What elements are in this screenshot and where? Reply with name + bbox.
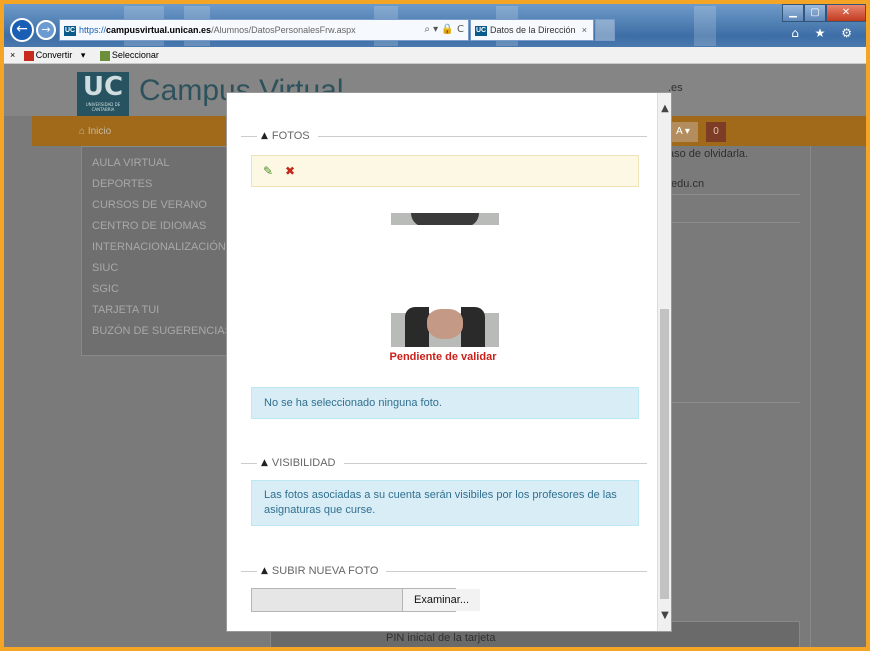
titlebar-decoration [694, 6, 716, 46]
visibility-info-alert: Las fotos asociadas a su cuenta serán vi… [251, 480, 639, 526]
background-text: .edu.cn [668, 178, 705, 190]
section-title: VISIBILIDAD [271, 457, 336, 469]
notification-badge[interactable]: 0 [706, 122, 726, 142]
photo-redaction [391, 225, 499, 313]
logo-text: UC [82, 72, 124, 102]
site-favicon: UC [64, 25, 76, 36]
home-favorites-settings-icons[interactable]: ⌂ ★ ⚙ [791, 26, 858, 40]
select-icon [99, 50, 110, 61]
photo-hair [461, 307, 485, 347]
back-button[interactable]: ← [10, 18, 34, 42]
section-fotos[interactable]: ▲ FOTOS [241, 128, 647, 144]
new-tab-button[interactable] [595, 19, 615, 41]
photo-actions-bar: ✎ ✖ [251, 155, 639, 187]
pdf-icon [23, 50, 34, 61]
scroll-down-icon[interactable]: ▼ [659, 610, 671, 621]
tab-favicon: UC [475, 25, 487, 36]
uc-logo[interactable]: UC UNIVERSIDAD DE CANTABRIA [77, 72, 129, 120]
divider [386, 570, 647, 572]
forward-button[interactable]: → [36, 20, 56, 40]
delete-photo-icon[interactable]: ✖ [282, 164, 298, 178]
divider [664, 222, 800, 223]
divider [317, 135, 647, 137]
forward-arrow-icon: → [41, 23, 51, 36]
scrollbar-thumb[interactable] [660, 309, 669, 599]
background-text: aso de olvidarla. [668, 148, 749, 160]
logo-subtext: UNIVERSIDAD DE CANTABRIA [85, 102, 121, 112]
photo-modal: ▲ FOTOS ✎ ✖ Pendiente de validar No se h… [226, 92, 672, 632]
convert-dropdown-icon: ▾ [80, 50, 86, 60]
section-subir-nueva-foto[interactable]: ▲ SUBIR NUEVA FOTO [241, 563, 647, 579]
divider [241, 570, 257, 572]
toolbar-close-icon[interactable]: × [10, 50, 15, 60]
home-link[interactable]: ⌂ Inicio [79, 126, 111, 137]
photo-face [427, 309, 463, 339]
right-column [810, 146, 866, 647]
address-bar-actions[interactable]: ⌕ ▾ 🔒 C [424, 20, 464, 40]
divider [664, 194, 800, 195]
divider [241, 135, 257, 137]
profile-photo [391, 213, 499, 347]
select-button[interactable]: Seleccionar [99, 50, 165, 61]
tab-title: Datos de la Dirección [490, 25, 576, 35]
collapse-caret-icon[interactable]: ▲ [261, 458, 268, 468]
divider [343, 462, 647, 464]
screen-frame: ← → UC https://campusvirtual.unican.es/Al… [0, 0, 870, 651]
no-photo-alert: No se ha seleccionado ninguna foto. [251, 387, 639, 419]
upload-photo-icon[interactable]: ✎ [260, 164, 276, 178]
file-upload-field[interactable]: Examinar... [251, 588, 480, 612]
photo-hair [405, 307, 429, 347]
section-title: SUBIR NUEVA FOTO [271, 565, 379, 577]
scroll-up-icon[interactable]: ▲ [659, 103, 671, 114]
tab-close-icon[interactable]: × [582, 20, 587, 40]
back-arrow-icon: ← [16, 21, 28, 37]
section-title: FOTOS [271, 130, 310, 142]
convert-button[interactable]: Convertir ▾ [23, 50, 92, 61]
window-controls: ▁ ▢ ✕ [782, 4, 866, 22]
pending-validation-status: Pendiente de validar [389, 351, 497, 363]
command-toolbar: × Convertir ▾ Seleccionar [4, 47, 866, 64]
address-bar[interactable]: UC https://campusvirtual.unican.es/Alumno… [59, 19, 469, 41]
section-visibilidad[interactable]: ▲ VISIBILIDAD [241, 455, 647, 471]
browse-button[interactable]: Examinar... [402, 589, 480, 611]
convert-label: Convertir [35, 50, 73, 60]
collapse-caret-icon[interactable]: ▲ [261, 566, 268, 576]
modal-scrollbar[interactable]: ▲ ▼ [657, 93, 671, 631]
divider [241, 462, 257, 464]
url-scheme: https:// [79, 25, 107, 35]
maximize-button[interactable]: ▢ [804, 4, 826, 22]
pin-label: PIN inicial de la tarjeta [386, 632, 496, 644]
tab-datos-direccion[interactable]: UC Datos de la Dirección × [470, 19, 594, 41]
select-label: Seleccionar [111, 50, 159, 60]
close-window-button[interactable]: ✕ [826, 4, 866, 22]
collapse-caret-icon[interactable]: ▲ [261, 131, 268, 141]
url-path: /Alumnos/DatosPersonalesFrw.aspx [211, 25, 356, 35]
minimize-button[interactable]: ▁ [782, 4, 804, 22]
home-label: Inicio [87, 126, 112, 137]
language-dropdown[interactable]: A ▾ [668, 122, 698, 142]
url-domain: campusvirtual.unican.es [106, 25, 212, 35]
divider [664, 402, 800, 403]
